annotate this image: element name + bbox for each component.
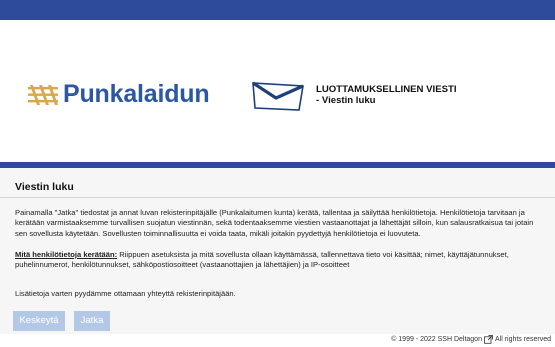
- copyright-text: © 1999 - 2022 SSH Deltagon: [391, 336, 482, 343]
- content-panel: Viestin luku Painamalla "Jatka" tiedosta…: [0, 168, 555, 334]
- continue-button[interactable]: Jatka: [74, 311, 110, 331]
- logo-mark-icon: [28, 84, 58, 105]
- logo-text: Punkalaidun: [63, 80, 210, 108]
- envelope-icon: [252, 81, 304, 111]
- punkalaidun-logo: Punkalaidun: [28, 80, 210, 109]
- header-title-line1: LUOTTAMUKSELLINEN VIESTI: [316, 84, 457, 95]
- collected-data-label: Mitä henkilötietoja kerätään:: [15, 250, 118, 259]
- footer: © 1999 - 2022 SSH Deltagon All rights re…: [391, 335, 551, 344]
- rights-text: All rights reserved: [494, 336, 551, 343]
- title-divider: [0, 197, 555, 198]
- top-bar: [0, 0, 555, 20]
- page-title: Viestin luku: [15, 181, 74, 193]
- external-link-icon[interactable]: [484, 335, 493, 344]
- contact-paragraph: Lisätietoja varten pyydämme ottamaan yht…: [15, 289, 236, 298]
- cancel-button[interactable]: Keskeytä: [13, 311, 65, 331]
- header-title-line2: - Viestin luku: [316, 95, 376, 106]
- collected-data-paragraph: Mitä henkilötietoja kerätään: Riippuen a…: [15, 250, 545, 271]
- consent-paragraph: Painamalla "Jatka" tiedostat ja annat lu…: [15, 208, 534, 238]
- header-title: LUOTTAMUKSELLINEN VIESTI - Viestin luku: [316, 84, 457, 106]
